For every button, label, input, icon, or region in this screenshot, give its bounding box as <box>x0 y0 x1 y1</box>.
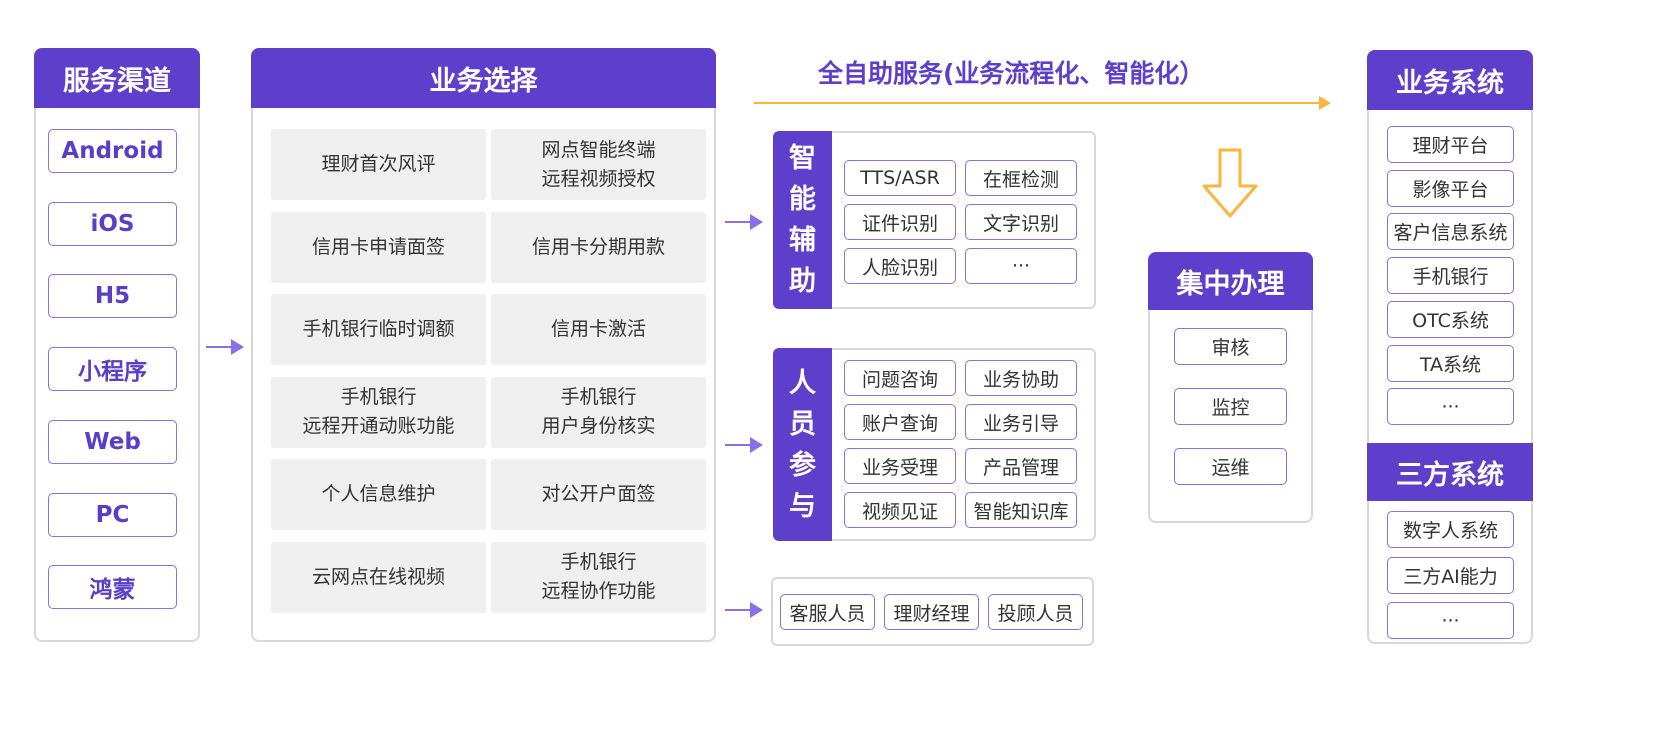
smart-assist-item: 证件识别 <box>844 204 956 240</box>
staff-item: 理财经理 <box>884 594 979 630</box>
channel-item: Web <box>48 419 177 464</box>
human-item: 业务协助 <box>965 360 1077 396</box>
biz-system-item: 手机银行 <box>1387 257 1514 295</box>
business-tile-line: 手机银行 <box>560 386 637 408</box>
biz-system-item: TA系统 <box>1387 344 1514 382</box>
human-item: 视频见证 <box>844 492 956 528</box>
business-title: 业务选择 <box>251 48 716 108</box>
smart-assist-item: TTS/ASR <box>844 160 956 196</box>
business-tile: 个人信息维护 <box>271 459 486 530</box>
business-tile-line: 信用卡分期用款 <box>531 235 665 258</box>
self-service-arrow <box>754 96 1331 110</box>
arrow-to-smart-assist <box>725 214 763 230</box>
third-party-title: 三方系统 <box>1367 443 1533 501</box>
business-tile: 信用卡申请面签 <box>271 211 486 283</box>
arrow-channels-to-business <box>206 339 244 355</box>
smart-assist-item: ··· <box>965 248 1077 284</box>
business-tile: 理财首次风评 <box>271 129 486 200</box>
business-tile: 云网点在线视频 <box>271 541 486 613</box>
biz-system-item: 理财平台 <box>1387 126 1514 163</box>
systems-panel: 业务系统 理财平台影像平台客户信息系统 手机银行 OTC系统 TA系统 ··· 三方系统… <box>1367 50 1533 644</box>
central-item: 运维 <box>1174 448 1287 485</box>
smart-assist-item: 文字识别 <box>965 204 1077 240</box>
smart-assist-panel: 智 能 辅 助 TTS/ASR 在框检测 证件识别 文字识别 人脸识别 ··· <box>773 131 1096 309</box>
channel-item: PC <box>48 492 177 537</box>
staff-item: 客服人员 <box>780 594 875 630</box>
business-tile-line: 远程视频授权 <box>541 167 656 190</box>
business-tile-line: 手机银行临时调额 <box>302 318 455 340</box>
business-tile-line: 网点智能终端 <box>541 138 656 161</box>
arrow-to-staff <box>725 602 763 618</box>
biz-system-item: 客户信息系统 <box>1387 213 1514 251</box>
business-tile: 信用卡分期用款 <box>491 211 706 283</box>
human-item: 产品管理 <box>965 448 1077 484</box>
third-party-item: 三方AI能力 <box>1387 556 1514 594</box>
channel-item: Android <box>48 129 177 173</box>
channel-item: iOS <box>48 201 177 246</box>
human-item: 业务受理 <box>844 448 956 484</box>
human-item: 问题咨询 <box>844 360 956 396</box>
business-tile-line: 手机银行 <box>560 551 637 573</box>
business-tile: 信用卡激活 <box>491 294 706 365</box>
business-tile-line: 手机银行 <box>340 386 417 408</box>
third-party-item: ··· <box>1387 602 1514 639</box>
self-service-title: 全自助服务(业务流程化、智能化） <box>818 59 1205 88</box>
business-tile: 手机银行临时调额 <box>271 294 486 365</box>
human-item: 业务引导 <box>965 404 1077 440</box>
business-tile-line: 个人信息维护 <box>321 483 436 505</box>
business-tile: 手机银行远程协作功能 <box>491 541 706 613</box>
business-tile-line: 对公开户面签 <box>541 483 656 505</box>
smart-assist-item: 人脸识别 <box>844 248 956 284</box>
business-tile-line: 信用卡申请面签 <box>311 235 445 258</box>
business-tile-line: 理财首次风评 <box>321 153 436 175</box>
biz-system-item: OTC系统 <box>1387 300 1514 338</box>
central-panel: 集中办理 审核监控运维 <box>1148 252 1313 523</box>
human-panel: 人 员 参 与 问题咨询 业务协助 账户查询 业务引导 业务受理 产品管理 视频见证 智能知识… <box>773 348 1096 541</box>
business-tile-line: 信用卡激活 <box>550 318 646 340</box>
biz-system-item: ··· <box>1387 388 1514 426</box>
business-tile-line: 远程开通动账功能 <box>302 415 455 437</box>
human-label: 人 员 参 与 <box>773 348 832 541</box>
down-arrow-icon <box>1202 148 1258 218</box>
business-panel: 业务选择 理财首次风评 网点智能终端 远程视频授权 信用卡申请面签 信用卡分期用款 手机银… <box>251 48 716 642</box>
business-tile: 手机银行远程开通动账功能 <box>271 376 486 448</box>
business-tile: 对公开户面签 <box>491 459 706 530</box>
business-tile: 网点智能终端 远程视频授权 <box>491 129 706 200</box>
channel-item: 小程序 <box>48 347 177 392</box>
human-item: 智能知识库 <box>965 492 1077 528</box>
business-tile-line: 用户身份核实 <box>541 415 656 437</box>
biz-systems-title: 业务系统 <box>1367 50 1533 110</box>
central-item: 监控 <box>1174 388 1287 425</box>
staff-panel: 客服人员 理财经理 投顾人员 <box>771 577 1094 646</box>
channel-item: 鸿蒙 <box>48 565 177 610</box>
staff-item: 投顾人员 <box>988 594 1083 630</box>
business-tile-line: 云网点在线视频 <box>311 565 445 588</box>
channels-title: 服务渠道 <box>34 48 200 108</box>
arrow-to-human <box>725 437 763 453</box>
human-item: 账户查询 <box>844 404 956 440</box>
smart-assist-label: 智 能 辅 助 <box>773 131 832 309</box>
smart-assist-item: 在框检测 <box>965 160 1077 196</box>
channels-panel: 服务渠道 Android iOS H5 小程序 Web PC 鸿蒙 <box>34 48 200 642</box>
central-item: 审核 <box>1174 328 1287 365</box>
business-tile: 手机银行用户身份核实 <box>491 376 706 448</box>
third-party-item: 数字人系统 <box>1387 511 1514 548</box>
channel-item: H5 <box>48 274 177 319</box>
central-title: 集中办理 <box>1148 252 1313 310</box>
business-tile-line: 远程协作功能 <box>541 580 656 602</box>
biz-system-item: 影像平台 <box>1387 169 1514 207</box>
